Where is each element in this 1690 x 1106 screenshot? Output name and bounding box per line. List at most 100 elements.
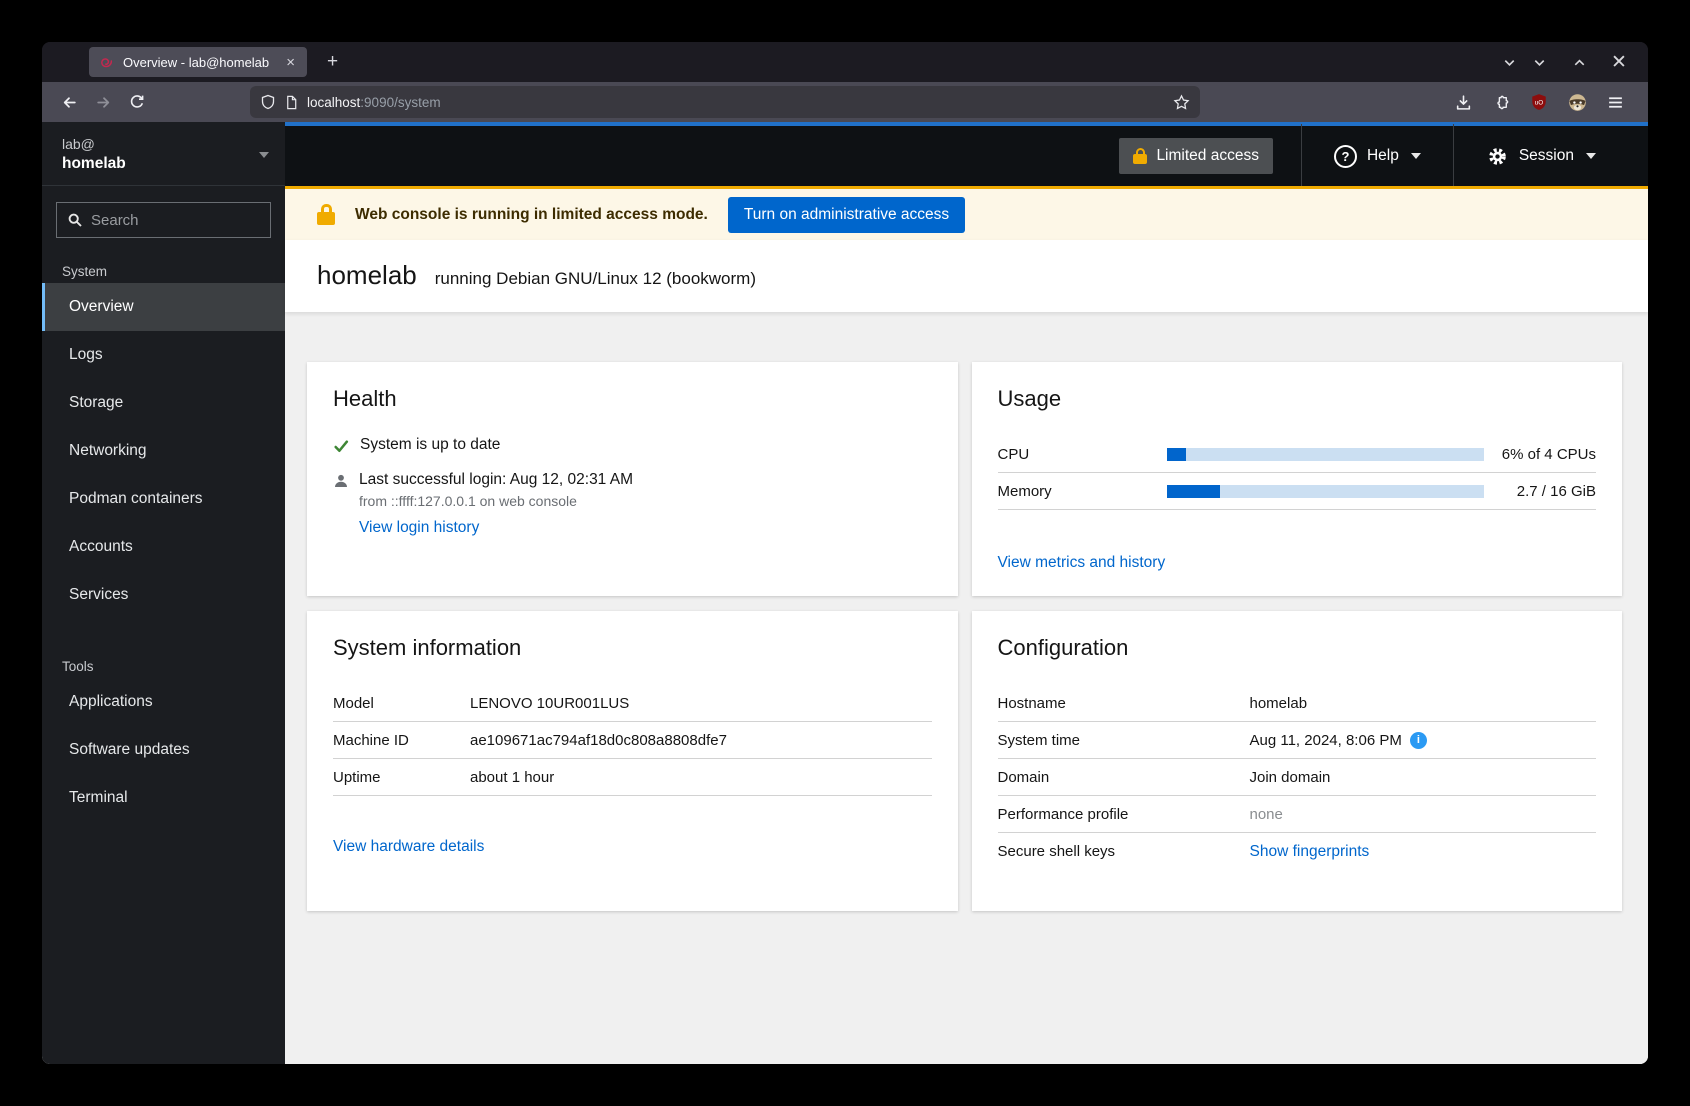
table-row: Domain Join domain bbox=[998, 759, 1597, 796]
model-label: Model bbox=[333, 695, 470, 712]
host-name-label: homelab bbox=[62, 155, 259, 173]
last-login-source: from ::ffff:127.0.0.1 on web console bbox=[359, 493, 932, 509]
bookmark-star-icon[interactable] bbox=[1173, 94, 1190, 111]
sidebar-item-applications[interactable]: Applications bbox=[42, 678, 285, 726]
domain-label: Domain bbox=[998, 769, 1250, 786]
uptime-label: Uptime bbox=[333, 769, 470, 786]
info-icon[interactable]: i bbox=[1410, 732, 1427, 749]
table-row: Secure shell keys Show fingerprints bbox=[998, 833, 1597, 870]
limited-access-alert: Web console is running in limited access… bbox=[285, 186, 1648, 240]
browser-tab[interactable]: Overview - lab@homelab × bbox=[89, 47, 307, 77]
sidebar-item-overview[interactable]: Overview bbox=[42, 283, 285, 331]
main-pane: Limited access ? Help Session Web co bbox=[285, 122, 1648, 1064]
cpu-label: CPU bbox=[998, 446, 1167, 463]
model-value: LENOVO 10UR001LUS bbox=[470, 695, 932, 712]
updates-status: System is up to date bbox=[360, 436, 500, 454]
cpu-progressbar bbox=[1167, 448, 1485, 461]
memory-usage-row: Memory 2.7 / 16 GiB bbox=[998, 473, 1597, 510]
overview-content: Health System is up to date Last succes bbox=[285, 312, 1648, 1064]
machine-id-label: Machine ID bbox=[333, 732, 470, 749]
tab-close-icon[interactable]: × bbox=[282, 53, 299, 72]
usage-card: Usage CPU 6% of 4 CPUs Memory 2.7 / 16 G… bbox=[972, 362, 1623, 596]
url-bar[interactable]: localhost:9090/system bbox=[250, 86, 1200, 118]
lock-icon bbox=[317, 204, 335, 225]
lock-icon bbox=[1133, 148, 1147, 164]
list-tabs-chevron-icon[interactable] bbox=[1494, 47, 1524, 77]
session-label: Session bbox=[1519, 147, 1574, 165]
cockpit-viewport: lab@ homelab System Overview Logs Storag… bbox=[42, 122, 1648, 1064]
url-host: localhost bbox=[307, 95, 360, 110]
view-hardware-details-link[interactable]: View hardware details bbox=[333, 838, 484, 856]
page-info-icon[interactable] bbox=[284, 95, 299, 110]
ublock-origin-icon[interactable]: uO bbox=[1524, 87, 1554, 117]
turn-on-admin-access-button[interactable]: Turn on administrative access bbox=[728, 197, 965, 233]
sidebar-item-software-updates[interactable]: Software updates bbox=[42, 726, 285, 774]
page-header: homelab running Debian GNU/Linux 12 (boo… bbox=[285, 240, 1648, 312]
system-time-value: Aug 11, 2024, 8:06 PM bbox=[1250, 732, 1402, 749]
reload-icon[interactable] bbox=[122, 87, 152, 117]
sidebar-item-storage[interactable]: Storage bbox=[42, 379, 285, 427]
help-question-icon: ? bbox=[1334, 145, 1357, 168]
hostname-value: homelab bbox=[1250, 695, 1597, 712]
host-user-label: lab@ bbox=[62, 136, 259, 152]
search-input[interactable] bbox=[91, 212, 260, 229]
table-row: Uptime about 1 hour bbox=[333, 759, 932, 796]
table-row: Performance profile none bbox=[998, 796, 1597, 833]
usage-title: Usage bbox=[998, 386, 1597, 412]
sidebar-search[interactable] bbox=[56, 202, 271, 238]
system-time-label: System time bbox=[998, 732, 1250, 749]
host-switcher[interactable]: lab@ homelab bbox=[42, 122, 285, 186]
page-os-label: running Debian GNU/Linux 12 (bookworm) bbox=[435, 269, 756, 289]
sidebar-item-networking[interactable]: Networking bbox=[42, 427, 285, 475]
window-close-icon[interactable]: ✕ bbox=[1604, 47, 1634, 77]
help-menu[interactable]: ? Help bbox=[1301, 124, 1453, 188]
memory-label: Memory bbox=[998, 483, 1167, 500]
cpu-usage-row: CPU 6% of 4 CPUs bbox=[998, 436, 1597, 473]
limited-access-button[interactable]: Limited access bbox=[1119, 138, 1273, 174]
table-row: System time Aug 11, 2024, 8:06 PM i bbox=[998, 722, 1597, 759]
join-domain-value[interactable]: Join domain bbox=[1250, 769, 1597, 786]
show-fingerprints-link[interactable]: Show fingerprints bbox=[1250, 843, 1597, 861]
nav-section-label: Tools bbox=[42, 659, 285, 678]
sidebar-item-terminal[interactable]: Terminal bbox=[42, 774, 285, 822]
sidebar-item-accounts[interactable]: Accounts bbox=[42, 523, 285, 571]
back-icon[interactable] bbox=[54, 87, 84, 117]
configuration-card: Configuration Hostname homelab System ti… bbox=[972, 611, 1623, 911]
performance-profile-value: none bbox=[1250, 806, 1597, 823]
window-shade-down-icon[interactable] bbox=[1524, 47, 1554, 77]
chevron-down-icon bbox=[259, 152, 269, 158]
configuration-title: Configuration bbox=[998, 635, 1597, 661]
shield-icon[interactable] bbox=[260, 94, 276, 110]
url-text[interactable]: localhost:9090/system bbox=[307, 95, 1165, 110]
tab-title: Overview - lab@homelab bbox=[123, 55, 274, 70]
downloads-icon[interactable] bbox=[1448, 87, 1478, 117]
session-menu[interactable]: Session bbox=[1453, 124, 1648, 188]
view-login-history-link[interactable]: View login history bbox=[359, 519, 479, 536]
extensions-puzzle-icon[interactable] bbox=[1486, 87, 1516, 117]
sidebar-item-logs[interactable]: Logs bbox=[42, 331, 285, 379]
limited-access-label: Limited access bbox=[1156, 147, 1259, 165]
raccoon-extension-icon[interactable] bbox=[1562, 87, 1592, 117]
performance-profile-label: Performance profile bbox=[998, 806, 1250, 823]
menu-hamburger-icon[interactable] bbox=[1600, 87, 1630, 117]
forward-icon[interactable] bbox=[88, 87, 118, 117]
memory-value: 2.7 / 16 GiB bbox=[1484, 483, 1596, 500]
alert-message: Web console is running in limited access… bbox=[355, 206, 708, 224]
chevron-down-icon bbox=[1411, 153, 1421, 159]
gear-icon bbox=[1486, 145, 1509, 168]
nav-section-label: System bbox=[42, 264, 285, 283]
url-path: :9090/system bbox=[360, 95, 440, 110]
table-row: Hostname homelab bbox=[998, 685, 1597, 722]
uptime-value: about 1 hour bbox=[470, 769, 932, 786]
window-shade-up-icon[interactable] bbox=[1564, 47, 1594, 77]
system-information-card: System information Model LENOVO 10UR001L… bbox=[307, 611, 958, 911]
search-icon bbox=[67, 212, 83, 228]
sidebar-item-podman-containers[interactable]: Podman containers bbox=[42, 475, 285, 523]
health-title: Health bbox=[333, 386, 932, 412]
debian-logo-icon bbox=[99, 54, 115, 70]
check-icon bbox=[333, 438, 350, 455]
new-tab-button[interactable]: + bbox=[319, 49, 346, 75]
sidebar: lab@ homelab System Overview Logs Storag… bbox=[42, 122, 285, 1064]
view-metrics-link[interactable]: View metrics and history bbox=[998, 554, 1166, 572]
sidebar-item-services[interactable]: Services bbox=[42, 571, 285, 619]
